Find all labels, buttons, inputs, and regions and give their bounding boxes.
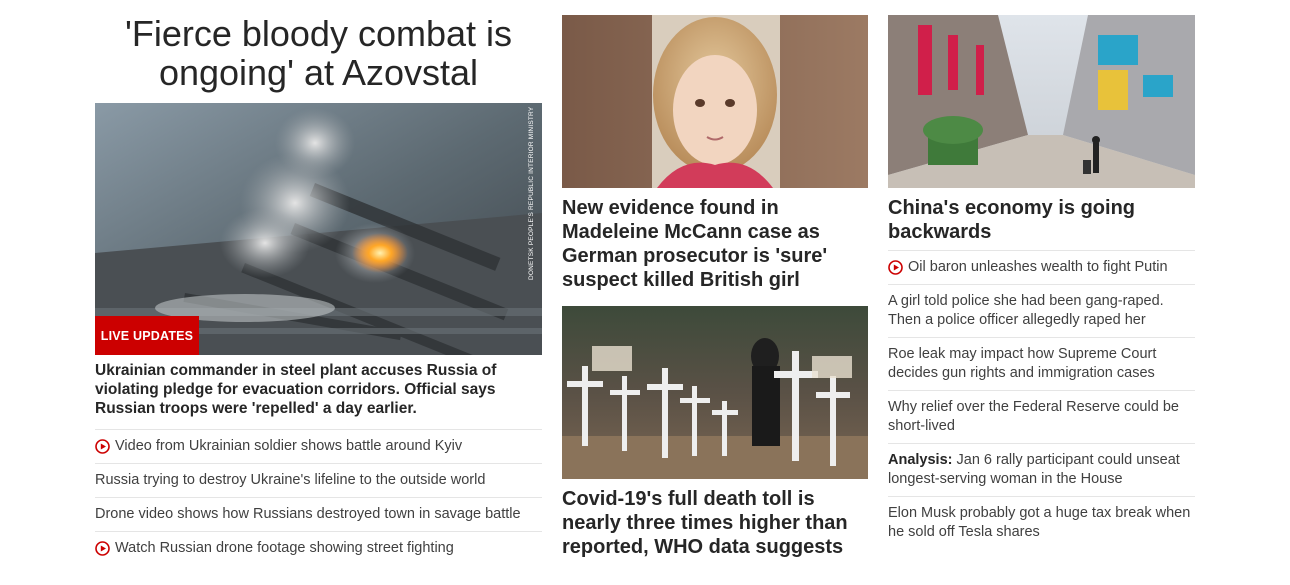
list-item[interactable]: Elon Musk probably got a huge tax break … (888, 496, 1195, 549)
right-related-links: Oil baron unleashes wealth to fight Puti… (888, 250, 1195, 549)
list-item[interactable]: Analysis: Jan 6 rally participant could … (888, 443, 1195, 496)
play-icon (888, 260, 903, 275)
list-item[interactable]: Drone video shows how Russians destroyed… (95, 497, 542, 531)
cemetery-image[interactable] (562, 306, 868, 479)
list-item[interactable]: Video from Ukrainian soldier shows battl… (95, 429, 542, 463)
list-item[interactable]: Roe leak may impact how Supreme Court de… (888, 337, 1195, 390)
lead-related-links: Video from Ukrainian soldier shows battl… (95, 429, 542, 565)
list-item[interactable]: Oil baron unleashes wealth to fight Puti… (888, 250, 1195, 284)
play-icon (95, 541, 110, 556)
lead-subheadline[interactable]: Ukrainian commander in steel plant accus… (95, 361, 542, 418)
madeleine-headline[interactable]: New evidence found in Madeleine McCann c… (562, 196, 868, 292)
list-item[interactable]: Watch Russian drone footage showing stre… (95, 531, 542, 565)
cemetery-crosses-photo (562, 306, 868, 479)
list-item[interactable]: A girl told police she had been gang-rap… (888, 284, 1195, 337)
covid-headline[interactable]: Covid-19's full death toll is nearly thr… (562, 487, 868, 559)
lead-headline[interactable]: 'Fierce bloody combat is ongoing' at Azo… (95, 14, 542, 92)
play-icon (95, 439, 110, 454)
list-item[interactable]: Russia trying to destroy Ukraine's lifel… (95, 463, 542, 497)
list-item[interactable]: Why relief over the Federal Reserve coul… (888, 390, 1195, 443)
analysis-label: Analysis: (888, 452, 953, 468)
child-portrait-photo (562, 15, 868, 188)
china-headline[interactable]: China's economy is going backwards (888, 196, 1195, 244)
live-updates-badge[interactable]: LIVE UPDATES (95, 316, 199, 355)
empty-street-photo (888, 15, 1195, 188)
china-economy-image[interactable] (888, 15, 1195, 188)
image-credit: DONETSK PEOPLE'S REPUBLIC INTERIOR MINIS… (528, 106, 535, 281)
madeleine-image[interactable] (562, 15, 868, 188)
